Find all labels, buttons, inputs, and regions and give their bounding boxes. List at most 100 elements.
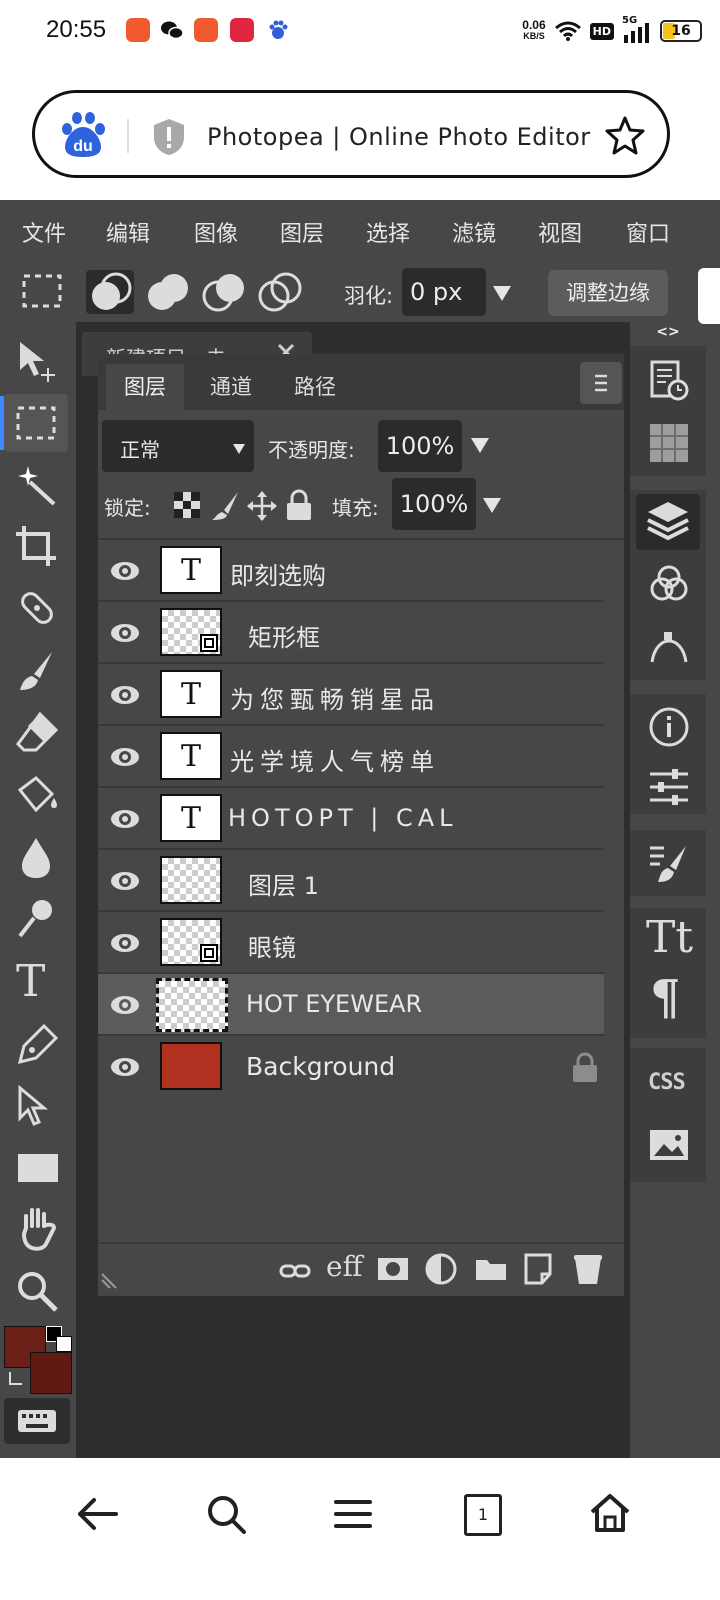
paragraph-icon[interactable]: ¶ (650, 970, 681, 1026)
swatches-icon[interactable] (648, 422, 690, 468)
new-layer-icon[interactable] (522, 1252, 554, 1286)
menu-file[interactable]: 文件 (22, 216, 66, 248)
folder-icon[interactable] (474, 1254, 508, 1284)
eye-icon[interactable] (110, 1052, 140, 1082)
eye-icon[interactable] (110, 928, 140, 958)
pen-tool-icon[interactable] (14, 1022, 60, 1072)
layer-row[interactable]: T 即刻选购 (98, 540, 604, 602)
selection-new-button[interactable] (86, 270, 134, 314)
swap-colors-icon[interactable] (6, 1368, 28, 1394)
adjustment-icon[interactable] (424, 1252, 460, 1286)
home-icon[interactable] (588, 1492, 632, 1534)
marquee-options-icon[interactable] (22, 274, 62, 308)
lock-pixels-icon[interactable] (210, 490, 240, 526)
layer-row-selected[interactable]: HOT EYEWEAR (98, 974, 604, 1036)
move-tool-icon[interactable] (14, 338, 60, 388)
dodge-tool-icon[interactable] (14, 896, 60, 946)
blend-mode-select[interactable]: 正常 (102, 420, 254, 472)
zoom-tool-icon[interactable] (14, 1268, 60, 1318)
menu-filter[interactable]: 滤镜 (452, 216, 496, 248)
eye-icon[interactable] (110, 680, 140, 710)
fill-input[interactable]: 100% (392, 478, 476, 530)
eye-icon[interactable] (110, 804, 140, 834)
page-title[interactable]: Photopea | Online Photo Editor (207, 123, 591, 151)
brush-tool-icon[interactable] (14, 648, 60, 698)
right-panel-toggle[interactable]: <> (630, 324, 706, 346)
layers-panel-button[interactable] (636, 494, 700, 550)
search-icon[interactable] (206, 1494, 246, 1534)
healing-brush-tool-icon[interactable] (14, 586, 60, 636)
eye-icon[interactable] (110, 866, 140, 896)
menu-view[interactable]: 视图 (538, 216, 582, 248)
options-overflow[interactable] (698, 268, 720, 324)
css-icon[interactable]: CSS (648, 1070, 686, 1095)
selection-intersect-button[interactable] (256, 270, 304, 314)
layer-row[interactable]: 图层 1 (98, 850, 604, 912)
keyboard-icon[interactable] (4, 1398, 70, 1444)
info-icon[interactable] (648, 706, 690, 752)
layer-row[interactable]: 眼镜 (98, 912, 604, 974)
layer-thumbnail (160, 918, 222, 966)
lock-all-icon[interactable] (284, 488, 314, 526)
refine-edge-button[interactable]: 调整边缘 (548, 270, 668, 316)
effects-icon[interactable]: eff (326, 1250, 362, 1283)
feather-input[interactable]: 0 px (402, 268, 486, 316)
mask-icon[interactable] (376, 1254, 410, 1284)
eye-icon[interactable] (110, 990, 140, 1020)
paths-icon[interactable] (648, 624, 690, 670)
shield-icon[interactable] (151, 117, 187, 157)
tab-channels[interactable]: 通道 (192, 364, 270, 410)
crop-tool-icon[interactable] (14, 524, 60, 574)
menu-image[interactable]: 图像 (194, 216, 238, 248)
menu-select[interactable]: 选择 (366, 216, 410, 248)
tab-paths[interactable]: 路径 (276, 364, 354, 410)
blur-tool-icon[interactable] (14, 834, 60, 884)
eraser-tool-icon[interactable] (14, 710, 60, 760)
eye-icon[interactable] (110, 618, 140, 648)
properties-icon[interactable] (648, 766, 690, 812)
type-tool-icon[interactable]: T (16, 956, 45, 1007)
image-icon[interactable] (648, 1124, 690, 1170)
menu-layer[interactable]: 图层 (280, 216, 324, 248)
opacity-arrow-icon[interactable] (468, 434, 492, 460)
history-icon[interactable] (648, 360, 690, 406)
back-arrow-icon[interactable] (76, 1496, 120, 1532)
address-bar[interactable]: du Photopea | Online Photo Editor (32, 90, 670, 178)
selection-add-button[interactable] (144, 270, 192, 314)
opacity-input[interactable]: 100% (378, 420, 462, 472)
layer-row[interactable]: 矩形框 (98, 602, 604, 664)
channels-icon[interactable] (648, 562, 690, 608)
layer-row[interactable]: T HOTOPT | CAL (98, 788, 604, 850)
feather-dropdown-arrow-icon[interactable] (490, 282, 514, 304)
path-select-tool-icon[interactable] (14, 1084, 60, 1134)
menu-window[interactable]: 窗口 (626, 216, 670, 248)
character-icon[interactable]: Tt (646, 912, 693, 963)
eye-icon[interactable] (110, 556, 140, 586)
lock-transparency-icon[interactable] (172, 490, 202, 524)
blend-mode-arrow-icon (232, 440, 246, 459)
star-icon[interactable] (605, 115, 645, 155)
tab-layers[interactable]: 图层 (106, 364, 184, 410)
brush-settings-icon[interactable] (648, 842, 690, 888)
magic-wand-tool-icon[interactable] (14, 462, 60, 512)
layer-row[interactable]: Background (98, 1036, 604, 1098)
panel-menu-icon[interactable] (580, 362, 622, 404)
rectangle-tool-icon[interactable] (16, 1148, 62, 1192)
fill-arrow-icon[interactable] (480, 494, 504, 520)
marquee-tool-icon[interactable] (14, 402, 60, 452)
background-color-swatch[interactable] (30, 1352, 72, 1394)
tabs-count-icon[interactable]: 1 (464, 1494, 502, 1536)
layer-row[interactable]: T 为您甄畅销星品 (98, 664, 604, 726)
selection-subtract-button[interactable] (200, 270, 248, 314)
menu-edit[interactable]: 编辑 (106, 216, 150, 248)
eye-icon[interactable] (110, 742, 140, 772)
lock-position-icon[interactable] (246, 490, 278, 526)
layer-row[interactable]: T 光学境人气榜单 (98, 726, 604, 788)
trash-icon[interactable] (572, 1252, 604, 1286)
resize-grip-icon[interactable] (100, 1268, 122, 1290)
menu-icon[interactable] (334, 1498, 372, 1530)
paint-bucket-tool-icon[interactable] (14, 772, 60, 822)
baidu-logo-icon[interactable]: du (55, 107, 111, 163)
link-icon[interactable] (278, 1256, 312, 1286)
hand-tool-icon[interactable] (16, 1206, 62, 1256)
